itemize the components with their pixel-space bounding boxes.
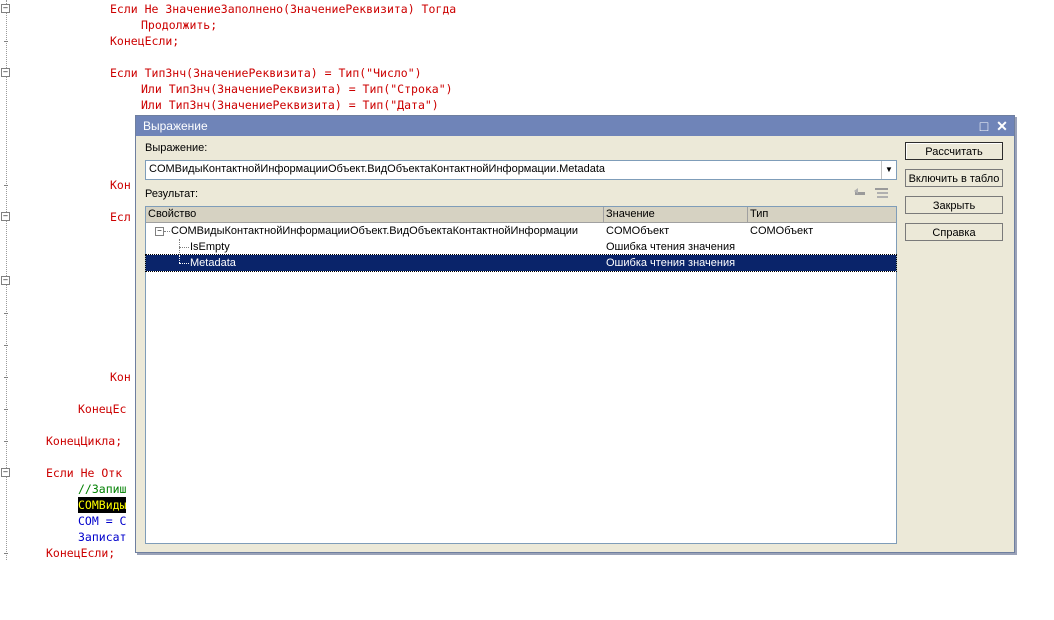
code-comment-line: //Запиш (78, 482, 127, 496)
fold-toggle[interactable]: − (1, 212, 10, 221)
collapse-icon[interactable] (852, 187, 868, 201)
property-cell: COMВидыКонтактнойИнформацииОбъект.ВидОбъ… (171, 225, 579, 237)
add-to-table-button[interactable]: Включить в табло (905, 169, 1003, 187)
type-cell: COMОбъект (750, 225, 814, 237)
expression-label: Выражение: (145, 142, 208, 154)
result-grid[interactable]: Свойство Значение Тип − COMВидыКонтактно… (145, 206, 897, 544)
help-button[interactable]: Справка (905, 223, 1003, 241)
result-label: Результат: (145, 188, 199, 200)
fold-end-mark (4, 41, 8, 42)
fold-toggle[interactable]: − (1, 276, 10, 285)
close-button[interactable]: Закрыть (905, 196, 1003, 214)
property-cell: Metadata (190, 257, 236, 269)
code-line: Если Не ЗначениеЗаполнено(ЗначениеРеквиз… (110, 2, 457, 16)
fold-end-mark (4, 185, 8, 186)
expression-dialog: Выражение □ ✕ Выражение: COMВидыКонтактн… (135, 115, 1015, 553)
dialog-titlebar[interactable]: Выражение □ ✕ (136, 116, 1014, 136)
tree-connector (179, 247, 189, 249)
value-cell: Ошибка чтения значения (606, 257, 736, 269)
code-line-highlighted[interactable]: COMВиды (78, 497, 127, 513)
fold-toggle[interactable]: − (1, 68, 10, 77)
code-line: COM = C (78, 514, 127, 528)
code-line: Есл (110, 210, 131, 224)
property-cell: IsEmpty (190, 241, 230, 253)
dialog-title: Выражение (143, 119, 208, 133)
fold-end-mark (4, 409, 8, 410)
close-icon[interactable]: ✕ (994, 118, 1010, 134)
expression-value[interactable]: COMВидыКонтактнойИнформацииОбъект.ВидОбъ… (149, 163, 605, 175)
tree-connector (179, 255, 181, 263)
code-line: Кон (110, 178, 131, 192)
code-line: Записат (78, 530, 127, 544)
code-line: КонецЕс (78, 402, 127, 416)
list-icon[interactable] (874, 187, 890, 201)
fold-end-mark (4, 553, 8, 554)
code-line: КонецЕсли; (110, 34, 180, 48)
collapse-tree-icon[interactable]: − (155, 227, 164, 236)
fold-toggle[interactable]: − (1, 4, 10, 13)
table-row-selected[interactable]: Metadata Ошибка чтения значения (145, 254, 897, 272)
maximize-icon[interactable]: □ (976, 118, 992, 134)
code-line: Продолжить; (141, 18, 218, 32)
value-cell: Ошибка чтения значения (606, 241, 736, 253)
code-line: Или ТипЗнч(ЗначениеРеквизита) = Тип("Стр… (141, 82, 453, 96)
column-header-property[interactable]: Свойство (146, 207, 604, 222)
fold-toggle[interactable]: − (1, 468, 10, 477)
tree-connector (179, 263, 189, 265)
fold-end-mark (4, 377, 8, 378)
calculate-button[interactable]: Рассчитать (905, 142, 1003, 160)
fold-end-mark (4, 345, 8, 346)
tree-connector (164, 231, 170, 233)
fold-end-mark (4, 313, 8, 314)
expression-combobox[interactable]: COMВидыКонтактнойИнформацииОбъект.ВидОбъ… (145, 160, 897, 180)
chevron-down-icon[interactable]: ▼ (881, 161, 896, 179)
table-row[interactable]: − COMВидыКонтактнойИнформацииОбъект.ВидО… (146, 223, 896, 239)
code-line: Или ТипЗнч(ЗначениеРеквизита) = Тип("Дат… (141, 98, 439, 112)
code-line: Кон (110, 370, 131, 384)
table-row[interactable]: IsEmpty Ошибка чтения значения (146, 239, 896, 255)
code-line: Если Не Отк (46, 466, 123, 480)
column-header-type[interactable]: Тип (748, 207, 896, 222)
grid-header: Свойство Значение Тип (146, 207, 896, 223)
code-line: КонецЕсли; (46, 546, 116, 560)
value-cell: COMОбъект (606, 225, 670, 237)
fold-end-mark (4, 441, 8, 442)
code-line: КонецЦикла; (46, 434, 123, 448)
code-line: Если ТипЗнч(ЗначениеРеквизита) = Тип("Чи… (110, 66, 422, 80)
column-header-value[interactable]: Значение (604, 207, 748, 222)
